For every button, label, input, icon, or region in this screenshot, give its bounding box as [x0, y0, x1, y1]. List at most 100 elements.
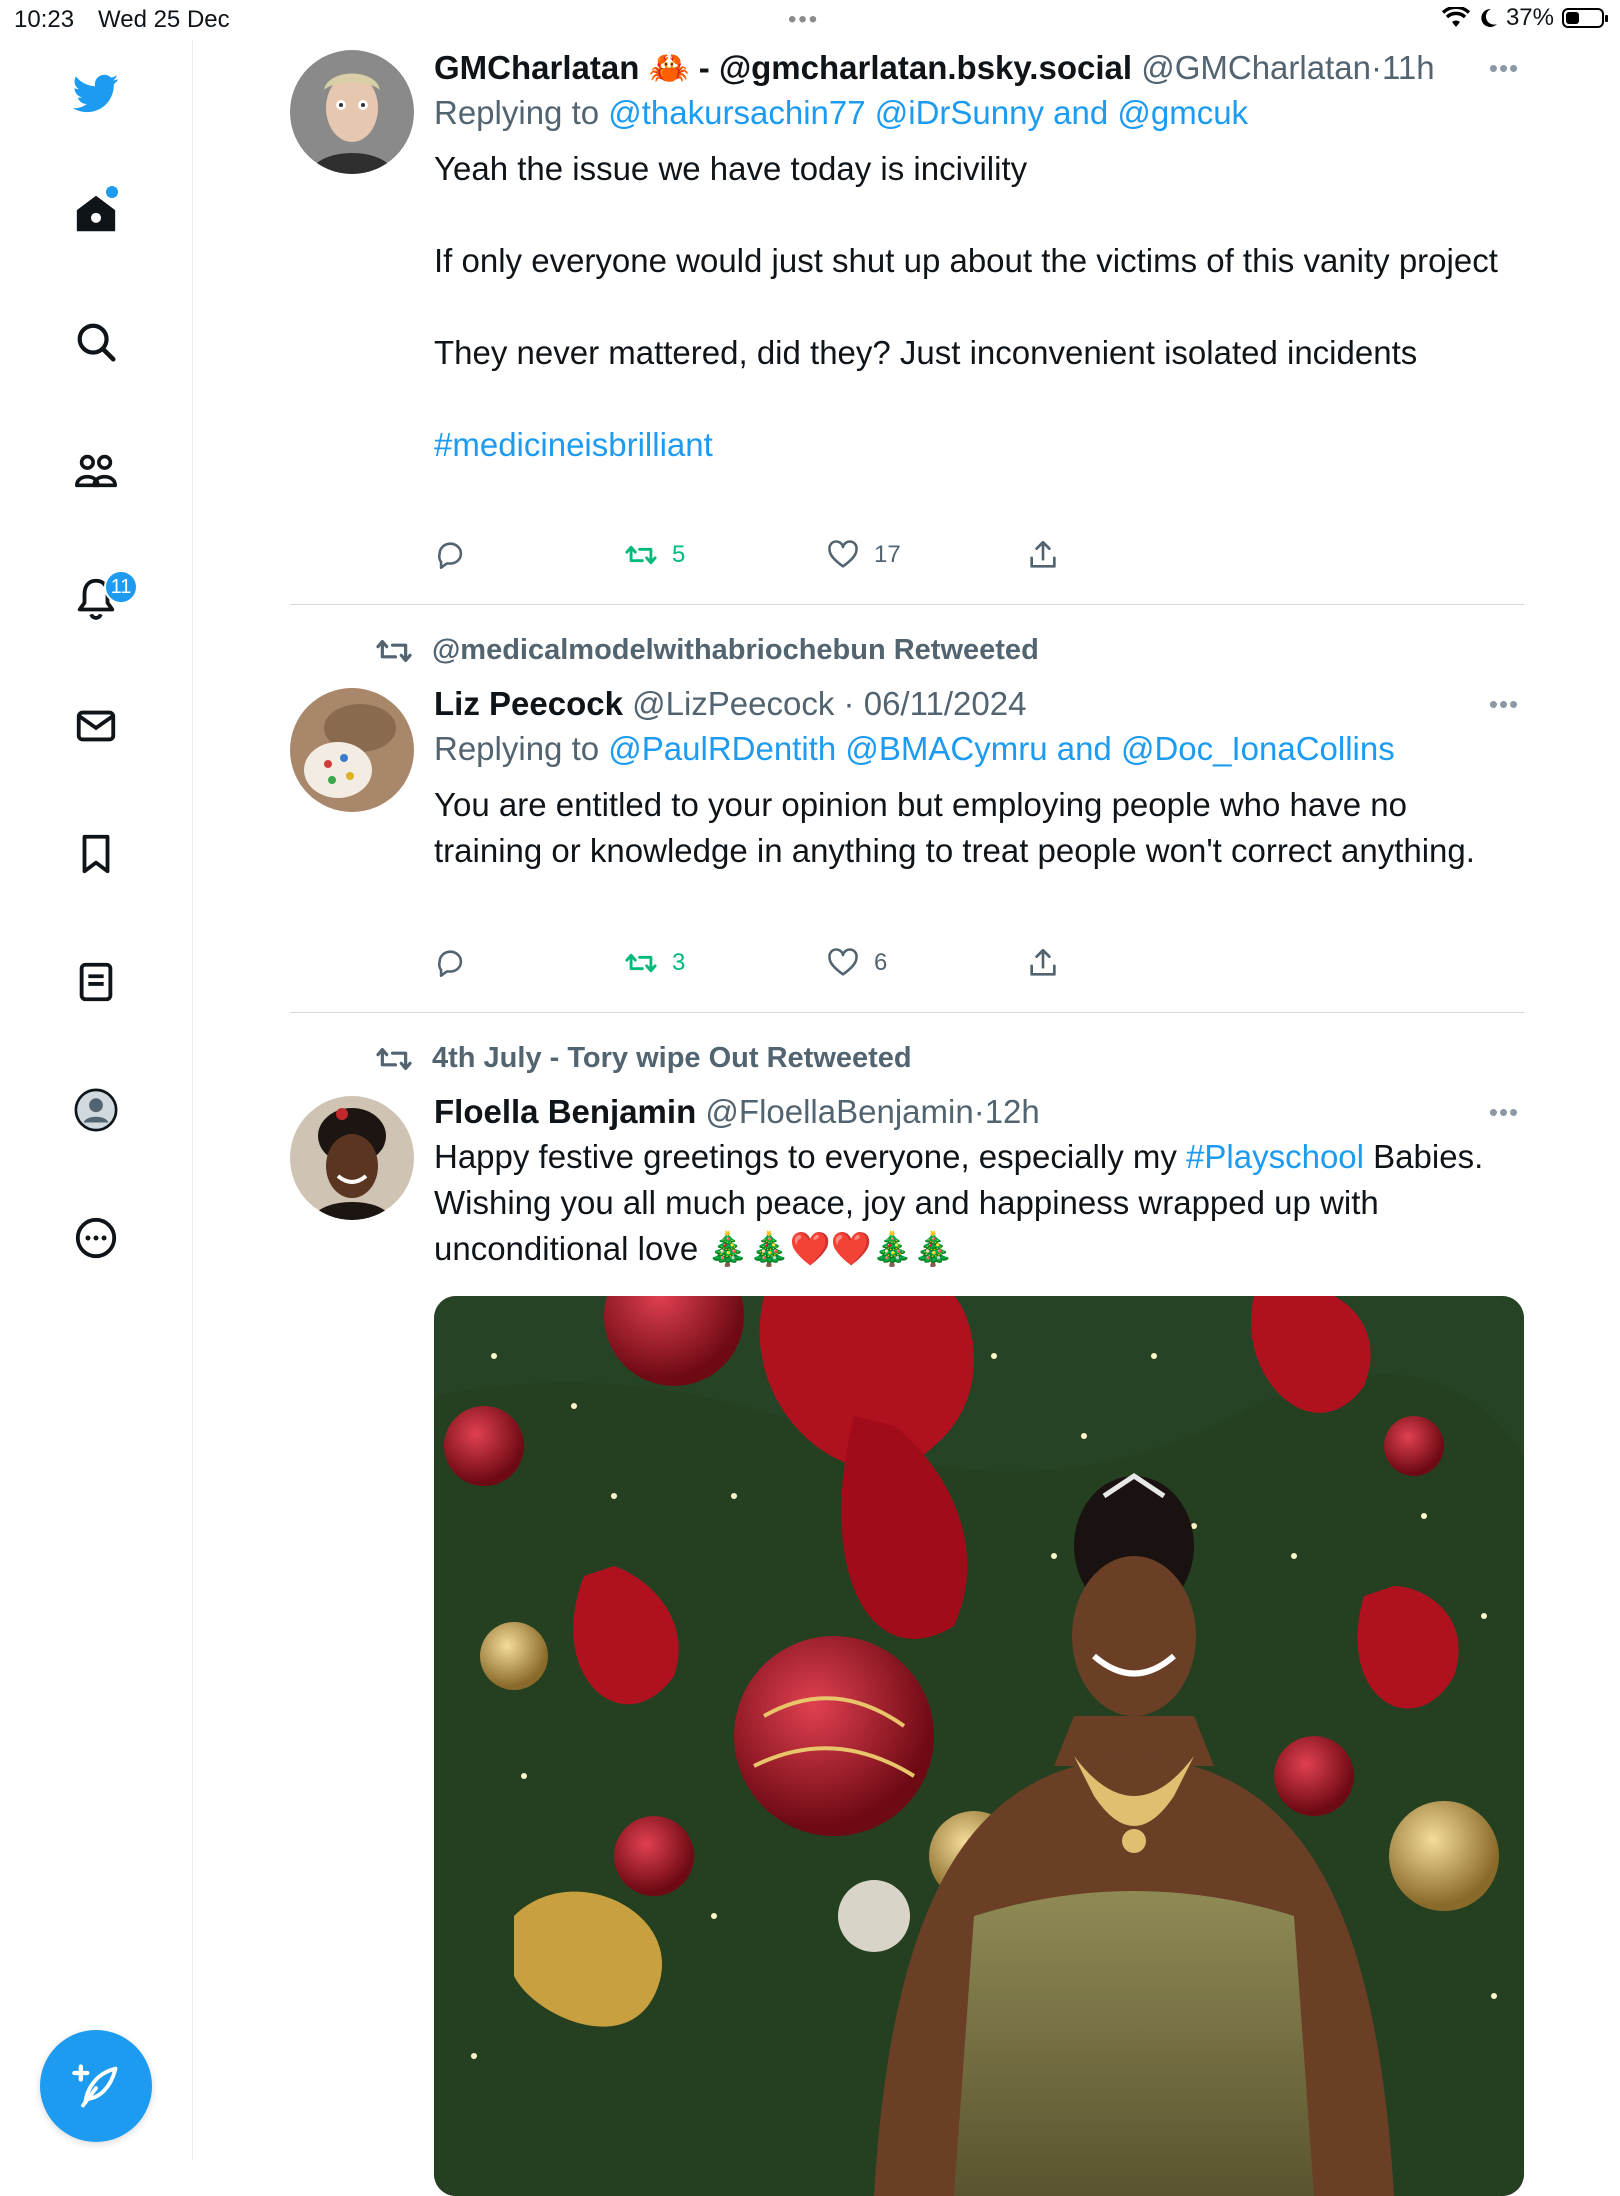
tweet-paragraph: If only everyone would just shut up abou… [434, 242, 1498, 279]
replying-to: Replying to @thakursachin77 @iDrSunny an… [434, 88, 1524, 138]
heart-icon [828, 540, 858, 568]
nav-bookmarks[interactable] [66, 824, 126, 884]
retweeted-by-label: @medicalmodelwithabriochebun Retweeted [374, 634, 1039, 667]
tweet-header: Floella Benjamin @FloellaBenjamin·12h [434, 1092, 1524, 1132]
replying-to-users[interactable]: @thakursachin77 @iDrSunny and @gmcuk [608, 94, 1248, 131]
display-name[interactable]: Liz Peecock [434, 685, 623, 722]
wifi-icon [1441, 7, 1470, 27]
tweet-actions: 3 6 [434, 946, 1134, 986]
more-options-icon[interactable]: ••• [1484, 684, 1524, 724]
tweet-time[interactable]: 12h [985, 1093, 1040, 1130]
notifications-badge: 11 [104, 570, 138, 604]
tweet-text: You are entitled to your opinion but emp… [434, 786, 1475, 869]
christmas-tree-photo [434, 1296, 1524, 2196]
retweet-icon [625, 953, 657, 973]
separator: · [843, 685, 855, 722]
share-button[interactable] [1026, 946, 1060, 980]
tweet-actions: 5 17 [434, 538, 1134, 578]
display-name[interactable]: Floella Benjamin [434, 1093, 696, 1130]
user-handle[interactable]: @FloellaBenjamin [705, 1093, 973, 1130]
user-handle[interactable]: @GMCharlatan [1141, 49, 1371, 86]
retweet-small-icon [376, 639, 412, 662]
reply-icon [438, 950, 463, 978]
reply-button[interactable] [434, 538, 468, 572]
share-button[interactable] [1026, 538, 1060, 572]
tweet-divider [290, 604, 1524, 605]
status-indicators: 37% [1441, 4, 1608, 32]
nav-profile[interactable] [66, 1080, 126, 1140]
replying-to-users[interactable]: @PaulRDentith @BMACymru and @Doc_IonaCol… [608, 730, 1394, 767]
replying-to: Replying to @PaulRDentith @BMACymru and … [434, 724, 1524, 774]
battery-percent: 37% [1505, 4, 1554, 31]
nav-lists[interactable] [66, 952, 126, 1012]
tweet-text-start: Happy festive greetings to everyone, esp… [434, 1138, 1187, 1175]
avatar-lizpeecock[interactable] [290, 688, 414, 812]
separator: · [973, 1093, 985, 1130]
status-date: Wed 25 Dec [98, 6, 230, 33]
user-handle[interactable]: @LizPeecock [632, 685, 834, 722]
nav-explore[interactable] [66, 312, 126, 372]
like-button[interactable]: 6 [826, 946, 887, 980]
tweet-photo[interactable] [434, 1296, 1524, 2196]
bookmark-icon [82, 834, 110, 874]
tweet-header: GMCharlatan 🦀 - @gmcharlatan.bsky.social… [434, 48, 1524, 88]
tweet-lizpeecock[interactable]: Liz Peecock @LizPeecock · 06/11/2024 •••… [290, 684, 1524, 978]
hashtag-link[interactable]: #Playschool [1186, 1138, 1364, 1175]
retweeted-by-text[interactable]: @medicalmodelwithabriochebun Retweeted [432, 634, 1039, 667]
heart-icon [828, 948, 858, 976]
display-name[interactable]: GMCharlatan [434, 49, 639, 86]
retweeted-by-text[interactable]: 4th July - Tory wipe Out Retweeted [432, 1042, 912, 1075]
retweet-icon [625, 545, 657, 565]
retweeted-by-label: 4th July - Tory wipe Out Retweeted [374, 1042, 912, 1075]
list-icon [79, 962, 113, 1002]
more-options-icon[interactable]: ••• [1484, 1092, 1524, 1132]
retweet-small-icon [376, 1047, 412, 1070]
avatar-floellabenjamin[interactable] [290, 1096, 414, 1220]
tweet-paragraph: They never mattered, did they? Just inco… [434, 334, 1418, 371]
more-circle-icon [75, 1217, 117, 1259]
replying-prefix: Replying to [434, 94, 609, 131]
retweet-button[interactable]: 5 [624, 538, 685, 572]
like-count: 6 [874, 949, 888, 976]
retweet-count: 3 [672, 949, 686, 976]
profile-avatar-icon [74, 1088, 118, 1132]
nav-communities[interactable] [66, 440, 126, 500]
feather-plus-icon [72, 2064, 118, 2108]
share-icon [1030, 540, 1056, 568]
retweet-button[interactable]: 3 [624, 946, 685, 980]
tweet-time[interactable]: 11h [1382, 49, 1435, 86]
search-icon [77, 323, 116, 362]
tweet-floellabenjamin[interactable]: Floella Benjamin @FloellaBenjamin·12h ••… [290, 1092, 1524, 1292]
nav-home[interactable] [66, 184, 126, 244]
reply-icon [438, 542, 463, 570]
multitasking-dots-icon[interactable]: ••• [788, 6, 819, 34]
avatar-gmcharlatan[interactable] [290, 50, 414, 174]
compose-tweet-button[interactable] [40, 2030, 152, 2142]
like-button[interactable]: 17 [826, 538, 901, 572]
tweet-paragraph: Yeah the issue we have today is incivili… [434, 150, 1028, 187]
nav-notifications[interactable]: 11 [66, 568, 138, 628]
nav-messages[interactable] [66, 696, 126, 756]
battery-icon [1562, 8, 1608, 28]
more-options-icon[interactable]: ••• [1484, 48, 1524, 88]
envelope-icon [76, 710, 116, 742]
tweet-header: Liz Peecock @LizPeecock · 06/11/2024 [434, 684, 1524, 724]
sidebar: 11 [0, 40, 193, 2160]
twitter-logo-icon[interactable] [66, 62, 126, 122]
crab-emoji: 🦀 [648, 49, 690, 86]
replying-prefix: Replying to [434, 730, 609, 767]
status-bar: 10:23 Wed 25 Dec ••• 37% [0, 0, 1620, 40]
tweet-time[interactable]: 06/11/2024 [864, 685, 1027, 722]
communities-icon [75, 454, 117, 488]
separator: · [1370, 49, 1382, 86]
share-icon [1030, 948, 1056, 976]
tweet-gmcharlatan[interactable]: GMCharlatan 🦀 - @gmcharlatan.bsky.social… [290, 48, 1524, 588]
home-unread-dot [106, 186, 118, 198]
tweet-divider [290, 1012, 1524, 1013]
battery-fill [1566, 12, 1579, 24]
like-count: 17 [874, 541, 901, 568]
nav-more[interactable] [66, 1208, 126, 1268]
reply-button[interactable] [434, 946, 468, 980]
hashtag-link[interactable]: #medicineisbrilliant [434, 426, 713, 463]
tweet-text: Happy festive greetings to everyone, esp… [434, 1134, 1524, 1272]
